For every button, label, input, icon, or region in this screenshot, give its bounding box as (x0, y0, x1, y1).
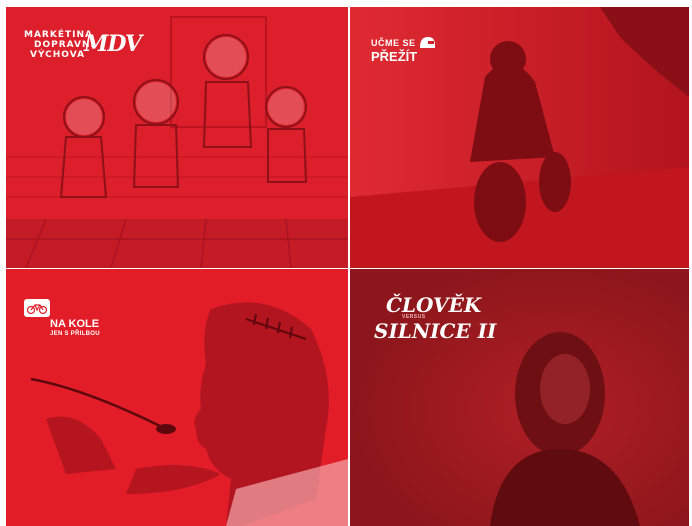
mdv-logo: MDV (84, 31, 142, 57)
tile-clovek-versus-silnice[interactable]: ČLOVĚK VERSUS SILNICE II (350, 269, 689, 526)
bicycle-icon (24, 299, 50, 317)
logo-line-3: SILNICE II (374, 319, 497, 343)
logo-line-2: JEN S PŘILBOU (50, 331, 100, 337)
head-spoon-scene-image (30, 302, 348, 526)
tile-ucme-se-prezit[interactable]: UČME SE PŘEŽÍT (350, 7, 689, 268)
tile-marketina-dopravni-vychova[interactable]: MARKÉTINA DOPRAVNÍ VÝCHOVA MDV (6, 7, 348, 268)
series-grid: MARKÉTINA DOPRAVNÍ VÝCHOVA MDV UČME SE P… (6, 7, 689, 526)
logo-line-2: PŘEŽÍT (371, 49, 418, 64)
logo-line-1: MARKÉTINA (24, 30, 93, 40)
helmet-icon (420, 37, 435, 48)
logo-line-1: ČLOVĚK (386, 293, 482, 317)
tile-na-kole-jen-s-prilbou[interactable]: NA KOLE JEN S PŘILBOU (6, 269, 348, 526)
logo-line-1: NA KOLE (50, 318, 100, 330)
logo-line-3: VÝCHOVA (30, 50, 86, 60)
logo-line-1: UČME SE (371, 38, 416, 48)
